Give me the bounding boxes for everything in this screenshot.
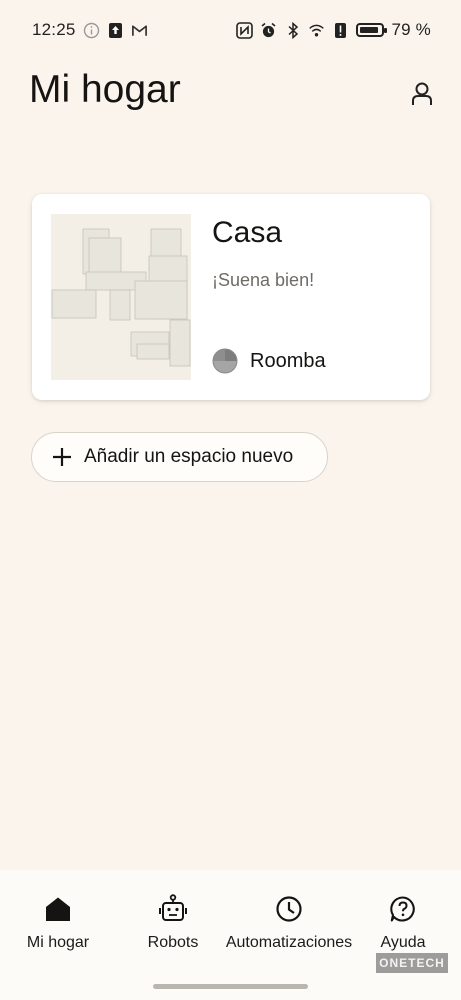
- floor-plan: [51, 228, 191, 367]
- status-left: 12:25: [32, 20, 148, 40]
- profile-icon: [412, 82, 432, 105]
- status-right: 79 %: [236, 20, 431, 40]
- nav-label-robots: Robots: [147, 934, 199, 951]
- robot-icon: [158, 894, 188, 924]
- profile-button[interactable]: [404, 76, 440, 112]
- bluetooth-icon: [284, 21, 301, 39]
- plus-icon: [50, 445, 74, 469]
- alert-icon: [332, 22, 349, 39]
- home-indicator[interactable]: [153, 984, 308, 989]
- page-title: Mi hogar: [29, 68, 181, 111]
- robot-name: Roomba: [250, 349, 326, 372]
- nav-item-home[interactable]: Mi hogar: [22, 894, 94, 952]
- home-name: Casa: [212, 216, 283, 249]
- clock-icon: [274, 894, 304, 924]
- roomba-icon: [212, 348, 238, 374]
- home-icon: [43, 894, 73, 924]
- status-time: 12:25: [32, 20, 76, 39]
- robot-row[interactable]: Roomba: [212, 348, 326, 374]
- home-status: ¡Suena bien!: [212, 270, 315, 290]
- battery-percent: 79 %: [391, 20, 431, 39]
- add-space-label: Añadir un espacio nuevo: [84, 446, 294, 467]
- nav-item-automations[interactable]: Automatizaciones: [218, 894, 360, 952]
- home-card[interactable]: Casa ¡Suena bien! Roomba: [32, 194, 430, 400]
- nav-item-robots[interactable]: Robots: [140, 894, 206, 952]
- nav-label-home: Mi hogar: [26, 934, 90, 951]
- gmail-icon: [131, 22, 148, 39]
- nav-item-help[interactable]: Ayuda: [372, 894, 434, 952]
- nav-label-help: Ayuda: [380, 934, 426, 951]
- upload-box-icon: [107, 22, 124, 39]
- battery-icon: [356, 23, 388, 37]
- info-icon: [83, 22, 100, 39]
- add-space-button[interactable]: Añadir un espacio nuevo: [31, 432, 328, 482]
- bottom-nav: Mi hogar Robots Automatizaciones Ayuda: [0, 870, 461, 1000]
- home-map-thumbnail: [51, 214, 191, 380]
- alarm-icon: [260, 22, 277, 39]
- nfc-icon: [236, 21, 254, 39]
- help-icon: [388, 894, 418, 924]
- wifi-icon: [308, 22, 325, 39]
- status-bar: 12:25 79 %: [0, 0, 461, 60]
- watermark: ONETECH: [376, 953, 448, 973]
- nav-label-automations: Automatizaciones: [225, 934, 353, 951]
